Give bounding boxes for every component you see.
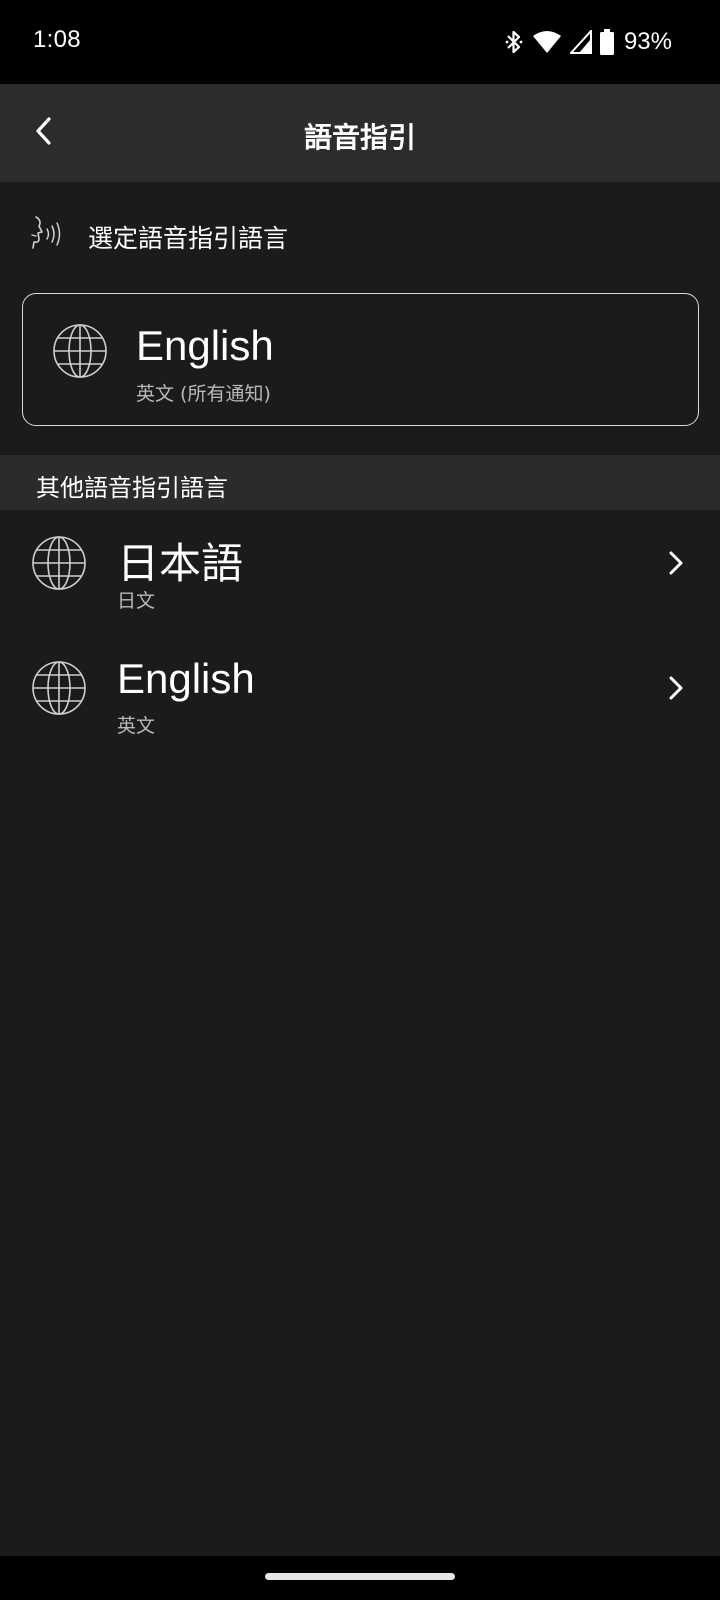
current-language-card[interactable]: English 英文 (所有通知) <box>22 293 699 426</box>
select-language-label: 選定語音指引語言 <box>88 224 289 253</box>
page-title: 語音指引 <box>303 121 416 154</box>
language-name: 日本語 <box>117 540 244 587</box>
list-item-japanese[interactable]: 日本語 日文 <box>0 510 720 635</box>
wifi-icon <box>532 29 562 55</box>
language-name: English <box>117 655 255 702</box>
list-item-english[interactable]: English 英文 <box>0 635 720 760</box>
globe-icon <box>52 323 108 383</box>
other-languages-header: 其他語音指引語言 <box>0 455 720 510</box>
status-bar: 1:08 93% <box>0 0 720 84</box>
select-language-heading: 選定語音指引語言 <box>0 182 720 282</box>
current-language-name: English <box>136 322 274 369</box>
navigation-bar <box>0 1556 720 1600</box>
language-subtitle: 英文 <box>117 715 156 737</box>
other-languages-title: 其他語音指引語言 <box>36 474 228 502</box>
app-bar: 語音指引 <box>0 84 720 182</box>
status-time: 1:08 <box>33 26 81 53</box>
home-gesture-handle[interactable] <box>265 1573 455 1580</box>
globe-icon <box>31 535 87 595</box>
chevron-right-icon <box>668 675 684 705</box>
status-icons: 93% <box>504 26 672 58</box>
speaking-head-icon <box>26 215 66 255</box>
language-subtitle: 日文 <box>117 590 156 612</box>
globe-icon <box>31 660 87 720</box>
current-language-subtitle: 英文 (所有通知) <box>136 383 271 405</box>
battery-icon <box>599 29 614 55</box>
battery-percent: 93% <box>623 28 672 55</box>
signal-icon <box>569 30 592 54</box>
bluetooth-icon <box>504 28 524 56</box>
chevron-right-icon <box>668 550 684 580</box>
